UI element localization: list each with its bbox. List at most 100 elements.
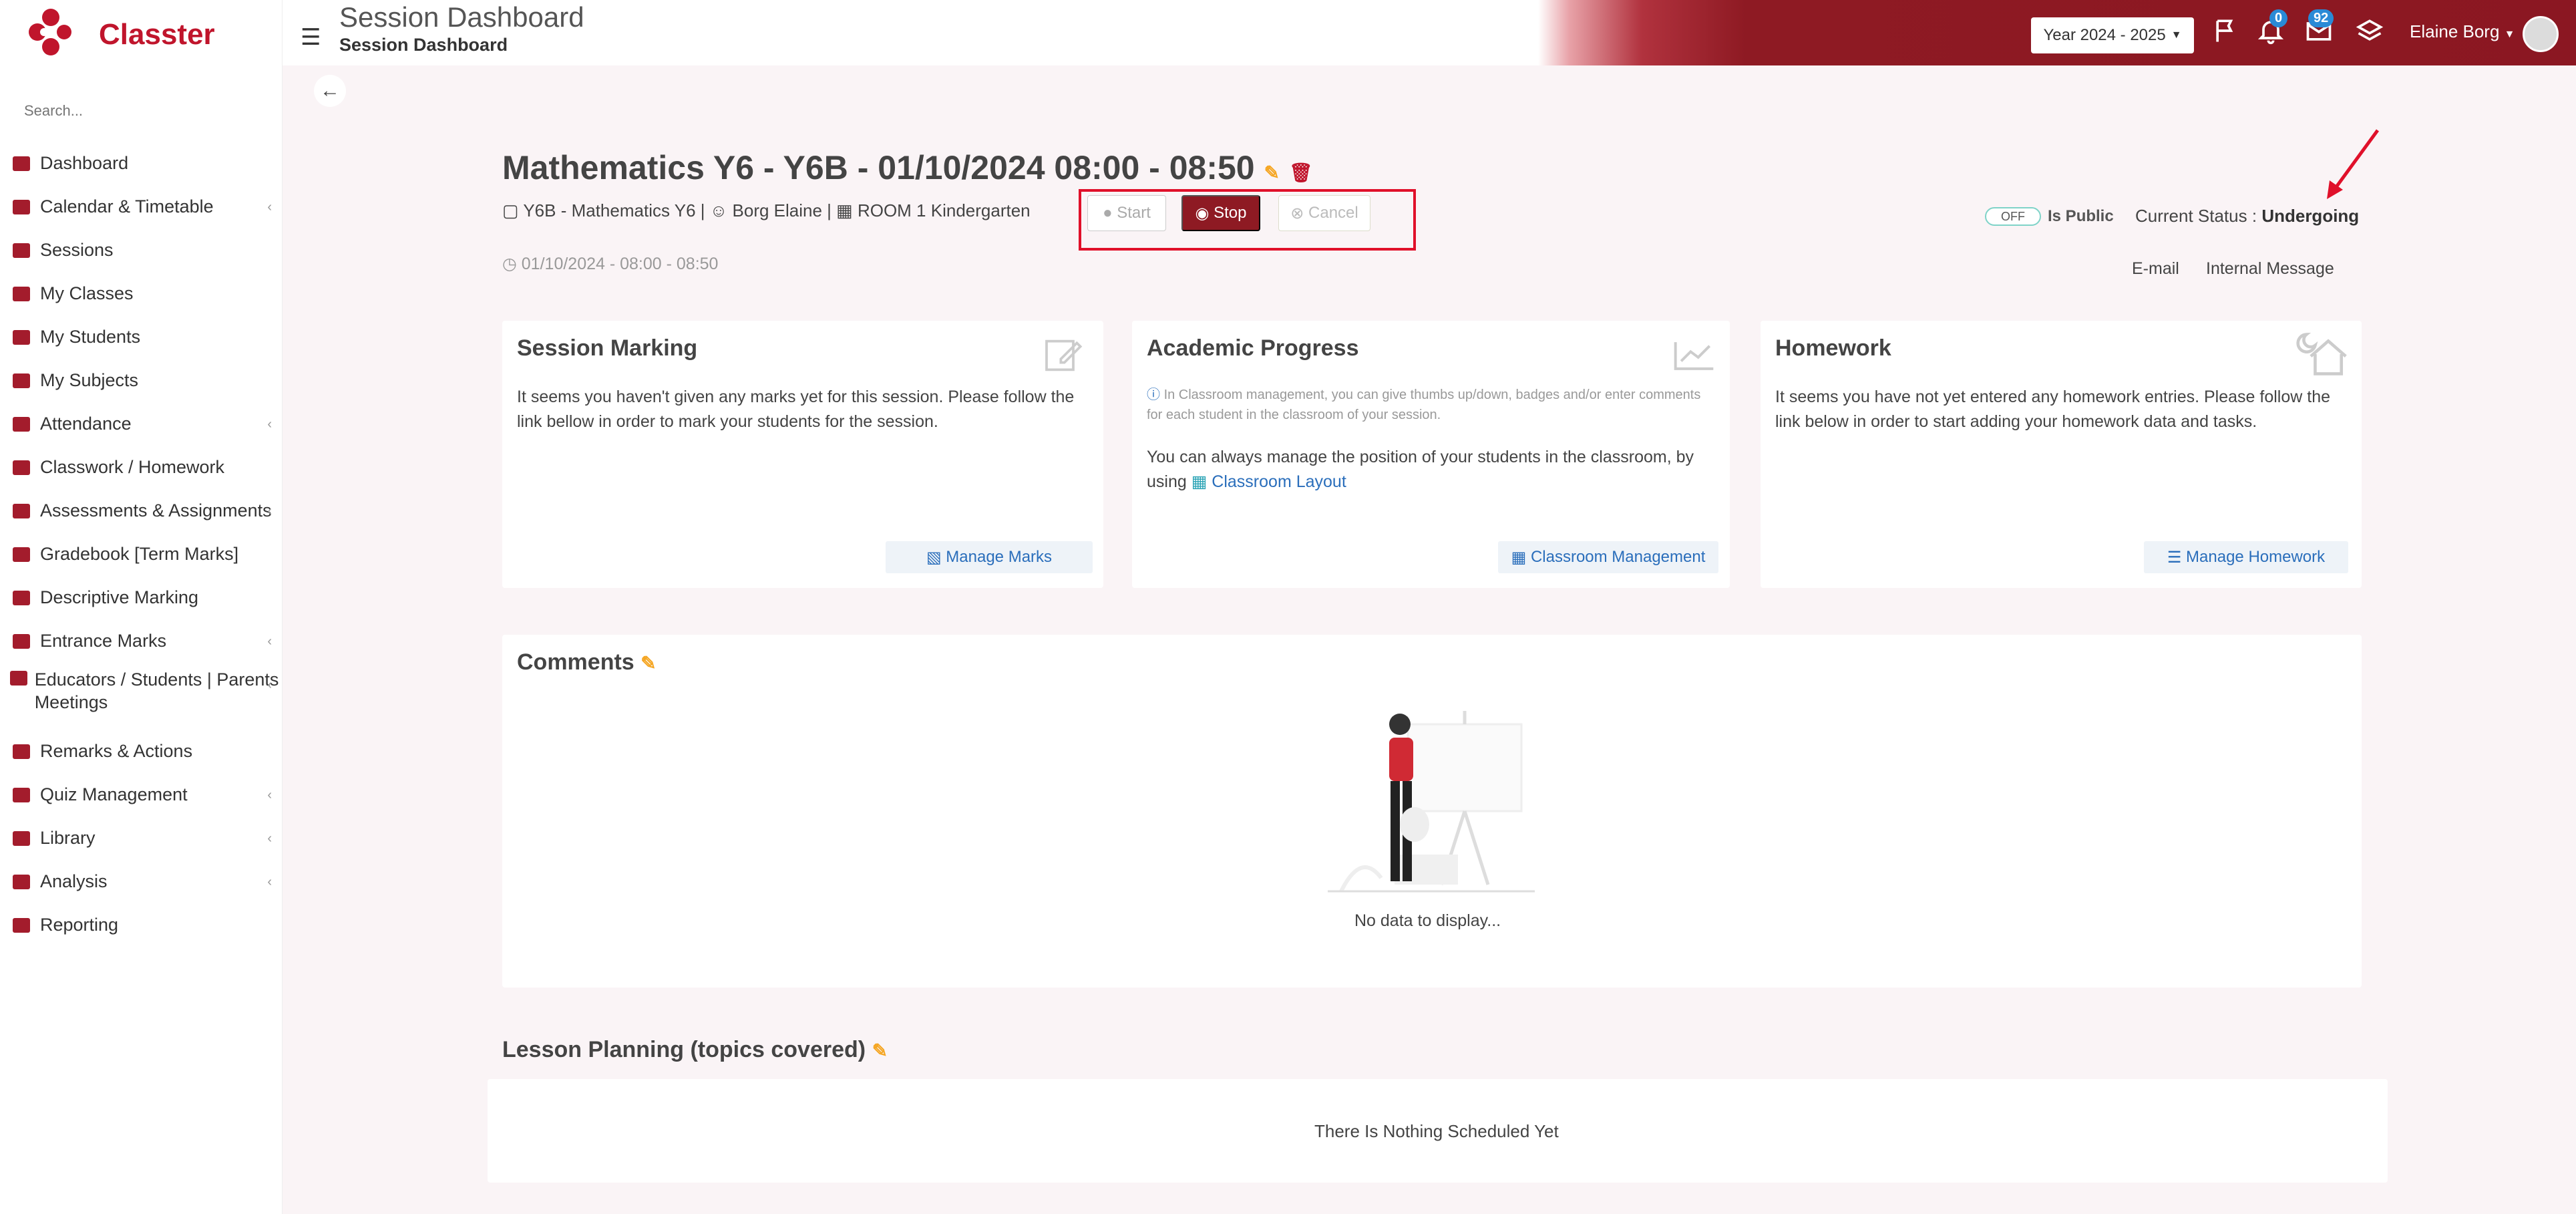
manage-marks-button[interactable]: ▧ Manage Marks	[886, 541, 1093, 573]
card-text: It seems you have not yet entered any ho…	[1775, 388, 2331, 431]
manage-homework-button[interactable]: ☰ Manage Homework	[2144, 541, 2348, 573]
sidebar-item-descriptive-marking[interactable]: Descriptive Marking	[0, 576, 283, 619]
back-button[interactable]: ←	[314, 75, 346, 107]
start-button[interactable]: ● Start	[1087, 195, 1166, 231]
sidebar-item-label: Descriptive Marking	[40, 587, 199, 607]
users-icon	[9, 327, 33, 347]
session-time: ◷ 01/10/2024 - 08:00 - 08:50	[502, 254, 718, 274]
book-icon: ▢	[502, 200, 519, 220]
trash-icon[interactable]: 🗑	[1289, 162, 1313, 183]
chevron-left-icon: ‹	[267, 788, 272, 802]
printer-icon	[9, 915, 33, 935]
sidebar-item-my-subjects[interactable]: My Subjects	[0, 359, 283, 402]
sidebar-item-remarks-actions[interactable]: Remarks & Actions	[0, 730, 283, 773]
edit-pencil-icon[interactable]: ✎	[640, 653, 656, 673]
clipboard-icon	[9, 631, 33, 651]
flag-icon[interactable]	[2211, 16, 2241, 52]
edit-pencil-icon[interactable]: ✎	[872, 1040, 888, 1061]
sidebar-item-label: Attendance	[40, 414, 132, 434]
session-title: Mathematics Y6 - Y6B - 01/10/2024 08:00 …	[502, 149, 1255, 186]
chevron-left-icon: ‹	[267, 200, 272, 214]
library-icon	[9, 828, 33, 849]
card-title: Homework	[1775, 335, 1891, 361]
card-text: It seems you haven't given any marks yet…	[517, 388, 1075, 431]
edit-pencil-icon[interactable]: ✎	[1264, 162, 1280, 183]
lesson-planning-title: Lesson Planning (topics covered) ✎	[502, 1037, 888, 1063]
presentation-icon	[9, 241, 33, 261]
sidebar-item-gradebook-term-marks[interactable]: Gradebook [Term Marks]	[0, 533, 283, 576]
sidebar-item-entrance-marks[interactable]: Entrance Marks ‹	[0, 619, 283, 663]
sidebar-item-label: Dashboard	[40, 153, 129, 173]
sidebar: Classter Dashboard Calendar & Timetable ‹ S…	[0, 0, 283, 1214]
avatar[interactable]	[2523, 16, 2559, 52]
hamburger-menu-icon[interactable]: ☰	[301, 24, 321, 51]
sidebar-item-sessions[interactable]: Sessions	[0, 229, 283, 272]
room: ROOM 1 Kindergarten	[857, 200, 1031, 220]
brand-logo[interactable]: Classter	[24, 8, 215, 61]
home-moon-icon	[2296, 333, 2347, 375]
sidebar-item-label: Analysis	[40, 871, 108, 891]
year-select[interactable]: Year 2024 - 2025 ▼	[2031, 17, 2194, 53]
status-value: Undergoing	[2261, 206, 2360, 226]
user-icon: ☺	[709, 200, 728, 220]
manage-marks-label: Manage Marks	[946, 548, 1053, 566]
current-status: Current Status : Undergoing	[2135, 206, 2359, 226]
sidebar-item-quiz-management[interactable]: Quiz Management ‹	[0, 773, 283, 816]
lesson-planning-empty-text: There Is Nothing Scheduled Yet	[1314, 1121, 1559, 1141]
lesson-planning-title-text: Lesson Planning (topics covered)	[502, 1037, 866, 1062]
sidebar-item-my-classes[interactable]: My Classes	[0, 272, 283, 315]
sidebar-item-label: Reporting	[40, 915, 119, 935]
sidebar-item-label: My Classes	[40, 283, 134, 303]
academic-progress-card: Academic Progress ⓘ In Classroom managem…	[1132, 321, 1730, 588]
sidebar-item-label: Library	[40, 828, 96, 848]
sidebar-item-reporting[interactable]: Reporting	[0, 903, 283, 947]
layers-icon[interactable]	[2355, 16, 2384, 52]
sidebar-item-educators-students-parents-meetings[interactable]: Educators / Students | Parents Meetings ‹	[0, 663, 283, 730]
public-toggle[interactable]: OFF	[1985, 207, 2041, 226]
page-title: Session Dashboard	[339, 1, 584, 33]
sidebar-item-attendance[interactable]: Attendance ‹	[0, 402, 283, 446]
teacher: Borg Elaine	[732, 200, 822, 220]
sidebar-nav: Dashboard Calendar & Timetable ‹ Sessions My…	[0, 142, 283, 947]
sidebar-item-label: Gradebook [Term Marks]	[40, 544, 239, 564]
stop-label: Stop	[1214, 204, 1247, 222]
stop-circle-icon: ◉	[1195, 204, 1214, 222]
brand-name: Classter	[99, 18, 215, 51]
internal-message-link[interactable]: Internal Message	[2206, 259, 2334, 279]
is-public-label: Is Public	[2048, 207, 2114, 225]
sidebar-item-classwork-homework[interactable]: Classwork / Homework	[0, 446, 283, 489]
sidebar-item-analysis[interactable]: Analysis ‹	[0, 860, 283, 903]
chevron-left-icon: ‹	[267, 677, 272, 692]
gradebook-icon	[9, 545, 33, 565]
breadcrumb: Session Dashboard	[339, 35, 508, 55]
sidebar-item-label: Remarks & Actions	[40, 741, 193, 761]
class-subject: Y6B - Mathematics Y6	[523, 200, 696, 220]
classroom-layout-link[interactable]: Classroom Layout	[1212, 472, 1346, 491]
sidebar-item-assessments-assignments[interactable]: Assessments & Assignments ‹	[0, 489, 283, 533]
card-title: Session Marking	[517, 335, 698, 361]
sidebar-item-library[interactable]: Library ‹	[0, 816, 283, 860]
cancel-button[interactable]: ⊗ Cancel	[1278, 195, 1370, 231]
sidebar-search-input[interactable]	[24, 99, 251, 123]
sidebar-item-calendar-timetable[interactable]: Calendar & Timetable ‹	[0, 185, 283, 229]
edit-note-icon	[1045, 339, 1083, 371]
stop-button[interactable]: ◉ Stop	[1181, 195, 1260, 231]
classroom-icon	[9, 284, 33, 304]
classter-logo-icon	[24, 8, 77, 61]
chevron-left-icon: ‹	[267, 875, 272, 889]
classroom-management-button[interactable]: ▦ Classroom Management	[1498, 541, 1718, 573]
homework-card: Homework It seems you have not yet enter…	[1761, 321, 2362, 588]
empty-state-illustration	[1328, 711, 1535, 893]
book-stack-icon: ▧	[926, 548, 946, 567]
user-menu[interactable]: Elaine Borg ▼	[2410, 21, 2515, 42]
sidebar-item-label: Quiz Management	[40, 784, 188, 804]
sidebar-item-my-students[interactable]: My Students	[0, 315, 283, 359]
card-note: ⓘ In Classroom management, you can give …	[1147, 385, 1714, 425]
email-link[interactable]: E-mail	[2132, 259, 2179, 279]
chevron-left-icon: ‹	[267, 417, 272, 432]
session-title-row: Mathematics Y6 - Y6B - 01/10/2024 08:00 …	[502, 148, 1312, 187]
sidebar-item-dashboard[interactable]: Dashboard	[0, 142, 283, 185]
card-text: You can always manage the position of yo…	[1147, 445, 1714, 494]
trend-chart-icon	[1674, 342, 1714, 370]
session-time-text: 01/10/2024 - 08:00 - 08:50	[521, 255, 719, 273]
